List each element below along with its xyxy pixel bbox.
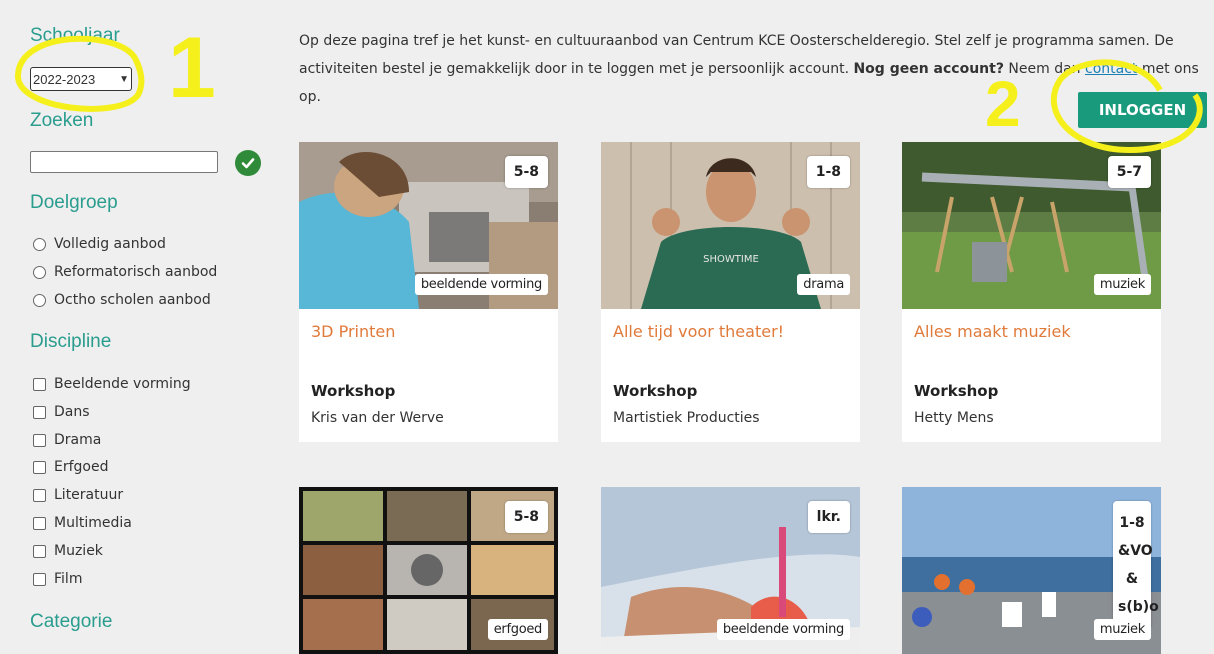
activity-card[interactable]: 5-8 erfgoed (299, 487, 558, 654)
filter-sidebar: Schooljaar 2022-2023 ▼ Zoeken Doelgroep … (0, 0, 270, 654)
checkbox-box[interactable] (33, 572, 46, 586)
card-title[interactable]: 3D Printen (311, 322, 395, 341)
card-image: 5-7 muziek (902, 142, 1161, 309)
search-input[interactable] (30, 151, 218, 173)
schooljaar-select[interactable]: 2022-2023 ▼ (30, 67, 132, 91)
radio-octho-aanbod[interactable]: Octho scholen aanbod (33, 292, 211, 308)
card-image: lkr. beeldende vorming (601, 487, 860, 654)
checkbox-label: Erfgoed (54, 459, 109, 475)
discipline-tag: drama (797, 274, 850, 295)
checkbox-label: Dans (54, 404, 90, 420)
checkbox-erfgoed[interactable]: Erfgoed (33, 459, 108, 475)
card-image: 5-8 beeldende vorming (299, 142, 558, 309)
checkbox-literatuur[interactable]: Literatuur (33, 487, 123, 503)
doelgroep-title: Doelgroep (30, 192, 118, 213)
intro-text: Op deze pagina tref je het kunst- en cul… (299, 27, 1204, 111)
checkmark-icon (241, 158, 255, 169)
card-title[interactable]: Alle tijd voor theater! (613, 322, 784, 341)
radio-volledig-aanbod[interactable]: Volledig aanbod (33, 236, 166, 252)
schooljaar-title: Schooljaar (30, 25, 120, 46)
age-badge: lkr. (807, 501, 850, 533)
login-button[interactable]: INLOGGEN (1078, 92, 1207, 128)
card-title[interactable]: Alles maakt muziek (914, 322, 1071, 341)
activity-card[interactable]: SHOWTIME 1-8 drama Alle tijd voor theate… (601, 142, 860, 442)
radio-reformatorisch-aanbod[interactable]: Reformatorisch aanbod (33, 264, 217, 280)
checkbox-box[interactable] (33, 516, 46, 530)
chevron-down-icon: ▼ (119, 73, 129, 85)
checkbox-label: Drama (54, 432, 102, 448)
discipline-title: Discipline (30, 331, 112, 352)
checkbox-label: Film (54, 571, 83, 587)
contact-link[interactable]: contact (1085, 61, 1137, 77)
age-badge: 1-8 &VO & s(b)o (1113, 501, 1159, 629)
checkbox-box[interactable] (33, 377, 46, 391)
card-kind: Workshop (311, 382, 396, 400)
age-badge: 5-7 (1107, 156, 1151, 188)
card-image: SHOWTIME 1-8 drama (601, 142, 860, 309)
checkbox-film[interactable]: Film (33, 571, 82, 587)
age-badge: 5-8 (504, 156, 548, 188)
card-kind: Workshop (613, 382, 698, 400)
checkbox-box[interactable] (33, 488, 46, 502)
card-provider: Martistiek Producties (613, 410, 760, 426)
svg-text:SHOWTIME: SHOWTIME (703, 254, 759, 265)
checkbox-muziek[interactable]: Muziek (33, 543, 103, 559)
activity-card[interactable]: lkr. beeldende vorming (601, 487, 860, 654)
schooljaar-value: 2022-2023 (33, 71, 96, 87)
checkbox-beeldende-vorming[interactable]: Beeldende vorming (33, 376, 191, 392)
discipline-tag: beeldende vorming (716, 619, 850, 640)
discipline-tag: muziek (1093, 274, 1151, 295)
checkbox-drama[interactable]: Drama (33, 432, 101, 448)
card-image: 5-8 erfgoed (299, 487, 558, 654)
age-badge: 1-8 (806, 156, 850, 188)
card-image: 1-8 &VO & s(b)o muziek (902, 487, 1161, 654)
discipline-tag: beeldende vorming (414, 274, 548, 295)
checkbox-label: Multimedia (54, 515, 132, 531)
card-provider: Kris van der Werve (311, 410, 444, 426)
categorie-title: Categorie (30, 611, 113, 632)
checkbox-box[interactable] (33, 544, 46, 558)
radio-label: Octho scholen aanbod (54, 292, 211, 308)
checkbox-box[interactable] (33, 433, 46, 447)
intro-sentence: Neem dan (1003, 61, 1085, 77)
discipline-tag: erfgoed (487, 619, 548, 640)
checkbox-multimedia[interactable]: Multimedia (33, 515, 132, 531)
checkbox-dans[interactable]: Dans (33, 404, 90, 420)
radio-circle[interactable] (33, 237, 46, 251)
checkbox-label: Beeldende vorming (54, 376, 191, 392)
checkbox-box[interactable] (33, 460, 46, 474)
checkbox-label: Muziek (54, 543, 103, 559)
checkbox-box[interactable] (33, 405, 46, 419)
activity-card[interactable]: 5-7 muziek Alles maakt muziek Workshop H… (902, 142, 1161, 442)
card-provider: Hetty Mens (914, 410, 994, 426)
radio-circle[interactable] (33, 265, 46, 279)
checkbox-label: Literatuur (54, 487, 124, 503)
zoeken-title: Zoeken (30, 110, 94, 131)
activity-card[interactable]: 5-8 beeldende vorming 3D Printen Worksho… (299, 142, 558, 442)
age-badge: 5-8 (504, 501, 548, 533)
card-kind: Workshop (914, 382, 999, 400)
intro-bold: Nog geen account? (853, 61, 1004, 77)
radio-label: Reformatorisch aanbod (54, 264, 218, 280)
radio-circle[interactable] (33, 293, 46, 307)
radio-label: Volledig aanbod (54, 236, 166, 252)
activity-card[interactable]: 1-8 &VO & s(b)o muziek (902, 487, 1161, 654)
search-submit-button[interactable] (235, 150, 261, 176)
discipline-tag: muziek (1093, 619, 1151, 640)
